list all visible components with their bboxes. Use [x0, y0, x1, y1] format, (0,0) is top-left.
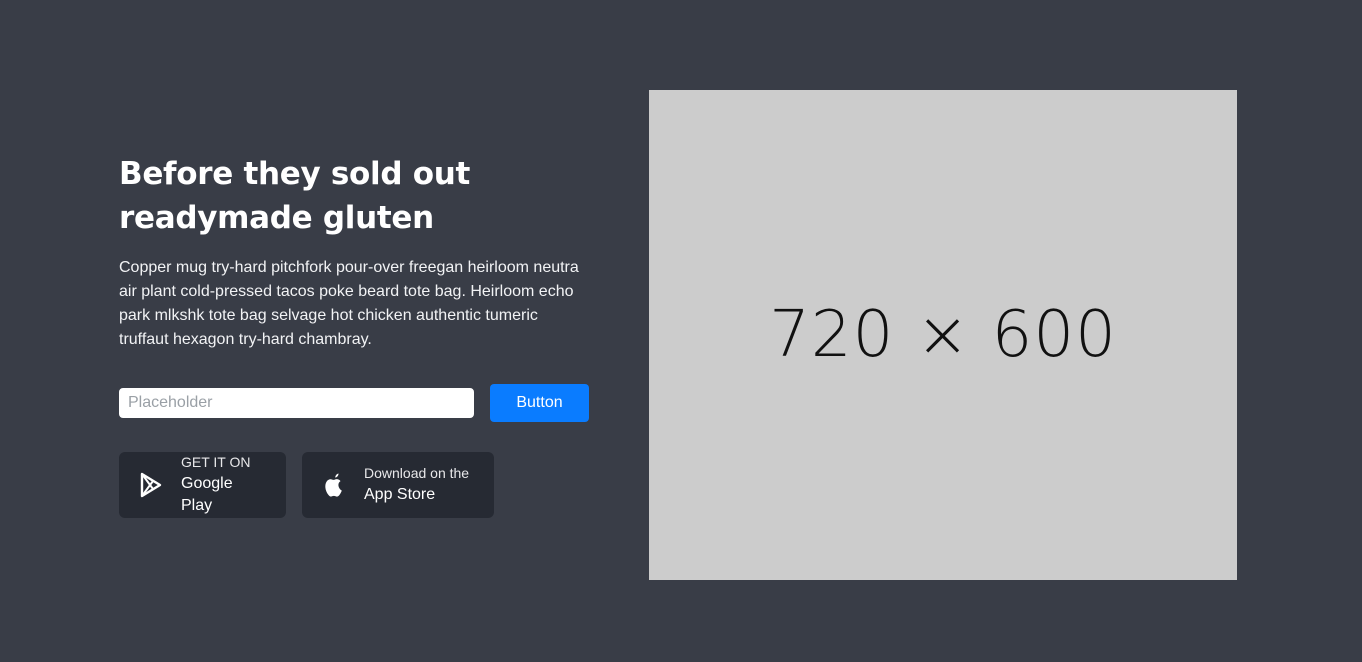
placeholder-image-label: 720 × 600 [769, 298, 1117, 372]
apple-icon [322, 472, 346, 498]
app-store-button[interactable]: Download on the App Store [302, 452, 494, 518]
google-play-button[interactable]: GET IT ON Google Play [119, 452, 286, 518]
store-buttons: GET IT ON Google Play Download on the Ap… [119, 452, 510, 518]
text-input[interactable] [119, 388, 474, 418]
placeholder-image: 720 × 600 [649, 90, 1237, 580]
google-play-large-label: Google Play [181, 475, 233, 514]
app-store-text: Download on the App Store [364, 464, 469, 506]
hero-heading: Before they sold out readymade gluten [119, 156, 470, 236]
app-store-small-label: Download on the [364, 465, 470, 481]
google-play-text: GET IT ON Google Play [181, 453, 266, 517]
app-store-large-label: App Store [364, 486, 436, 503]
submit-button[interactable]: Button [490, 384, 589, 422]
hero-section: Before they sold out readymade gluten Co… [119, 152, 599, 352]
google-play-icon [139, 472, 163, 498]
google-play-small-label: GET IT ON [181, 454, 251, 470]
hero-description: Copper mug try-hard pitchfork pour-over … [119, 259, 579, 348]
subscribe-form: Button [119, 384, 589, 422]
